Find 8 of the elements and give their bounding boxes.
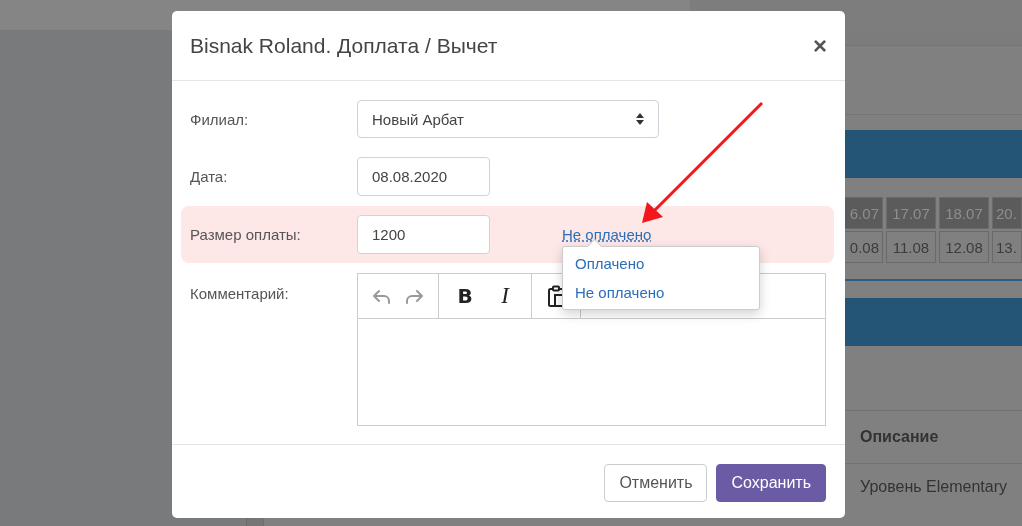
date-cell: 12.08	[939, 231, 989, 263]
field-label: Филиал:	[190, 110, 250, 128]
field-label: Дата:	[190, 168, 229, 185]
field-label: Размер оплаты:	[190, 226, 302, 243]
date-cell: 11.08	[886, 231, 936, 263]
dialog-title: Bisnak Roland. Доплата / Вычет	[190, 33, 498, 58]
date-cell: 13.	[992, 231, 1022, 263]
field-label: Комментарий:	[190, 284, 290, 302]
